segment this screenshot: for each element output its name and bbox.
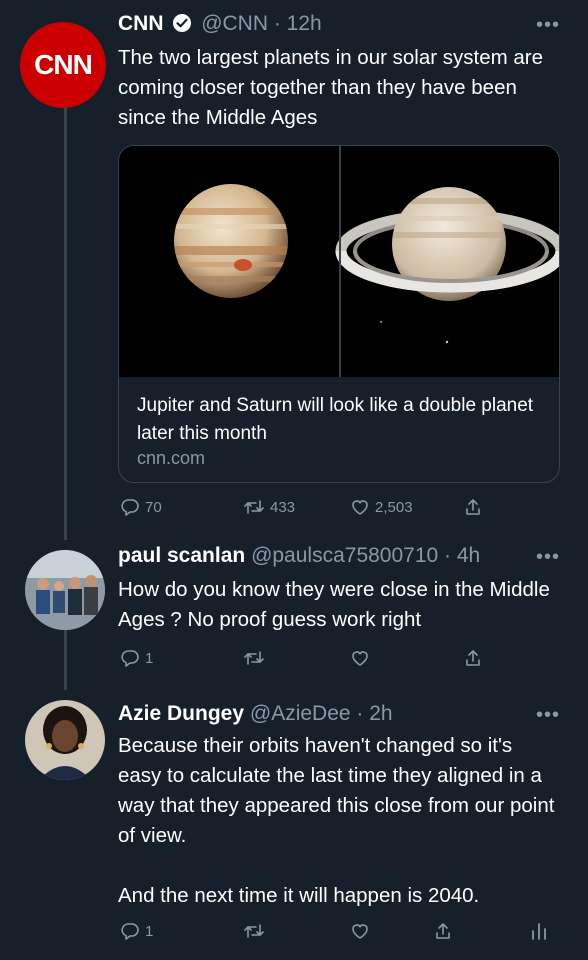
reply-count: 1 <box>145 649 154 667</box>
handle-time: @AzieDee · 2h <box>249 702 393 725</box>
thread-line <box>64 630 67 690</box>
card-domain: cnn.com <box>137 448 206 468</box>
reply-icon <box>120 921 140 941</box>
reply-count: 70 <box>145 498 162 516</box>
like-button[interactable] <box>350 648 370 668</box>
retweet-icon <box>243 921 265 941</box>
author-name[interactable]: CNN <box>118 12 164 35</box>
more-icon[interactable]: ••• <box>536 14 560 37</box>
card-image <box>119 146 559 377</box>
like-icon <box>350 921 370 941</box>
reply-button[interactable]: 1 <box>120 921 153 941</box>
card-title: Jupiter and Saturn will look like a doub… <box>137 395 534 444</box>
azie-avatar[interactable] <box>25 700 105 780</box>
share-icon <box>463 648 483 668</box>
share-button[interactable] <box>463 648 483 668</box>
share-icon <box>433 921 453 941</box>
reply-button[interactable]: 70 <box>120 497 162 517</box>
card-image-divider <box>339 146 341 377</box>
profile-photo-icon <box>25 700 105 780</box>
cnn-avatar[interactable]: CNN <box>20 22 106 108</box>
paul-avatar[interactable] <box>25 550 105 630</box>
more-icon[interactable]: ••• <box>536 704 560 727</box>
tweet-header: Azie Dungey @AzieDee · 2h <box>118 702 393 726</box>
tweet-text: The two largest planets in our solar sys… <box>118 46 543 129</box>
cnn-logo-text: CNN <box>34 49 93 80</box>
tweet-header: paul scanlan @paulsca75800710 · 4h <box>118 544 480 568</box>
reply-icon <box>120 648 140 668</box>
reply-count: 1 <box>145 922 154 940</box>
tweet-text: How do you know they were close in the M… <box>118 578 550 631</box>
author-name[interactable]: paul scanlan <box>118 544 245 567</box>
author-name[interactable]: Azie Dungey <box>118 702 244 725</box>
retweet-button[interactable] <box>243 921 265 941</box>
thread-line <box>64 98 67 540</box>
link-card[interactable]: Jupiter and Saturn will look like a doub… <box>118 145 560 483</box>
like-button[interactable] <box>350 921 370 941</box>
analytics-icon <box>530 921 548 941</box>
like-button[interactable]: 2,503 <box>350 497 413 517</box>
family-photo-icon <box>25 550 105 630</box>
retweet-count: 433 <box>270 498 296 516</box>
retweet-button[interactable]: 433 <box>243 497 295 517</box>
handle-time: @paulsca75800710 · 4h <box>251 544 481 567</box>
share-icon <box>463 497 483 517</box>
retweet-button[interactable] <box>243 648 265 668</box>
reply-button[interactable]: 1 <box>120 648 153 668</box>
analytics-button[interactable] <box>530 921 548 941</box>
tweet-text: Because their orbits haven't changed so … <box>118 734 555 907</box>
retweet-icon <box>243 648 265 668</box>
like-icon <box>350 497 370 517</box>
reply-icon <box>120 497 140 517</box>
verified-badge-icon <box>172 13 192 39</box>
handle-time: @CNN · 12h <box>201 12 322 35</box>
share-button[interactable] <box>433 921 453 941</box>
share-button[interactable] <box>463 497 483 517</box>
like-count: 2,503 <box>375 498 413 516</box>
tweet-header: CNN @CNN · 12h <box>118 12 322 39</box>
retweet-icon <box>243 497 265 517</box>
like-icon <box>350 648 370 668</box>
more-icon[interactable]: ••• <box>536 546 560 569</box>
